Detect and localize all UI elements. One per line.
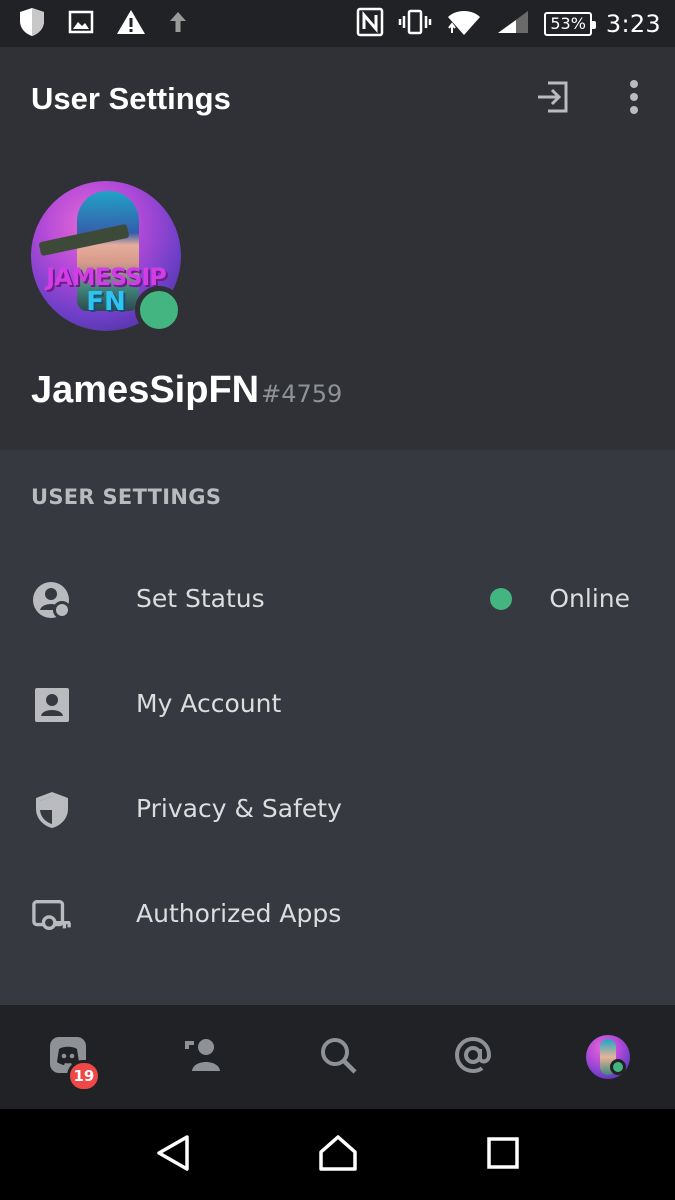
more-vertical-icon <box>628 79 640 119</box>
bottom-tab-bar: 19 <box>0 1005 675 1109</box>
battery-indicator: 53% <box>544 11 596 36</box>
section-label: USER SETTINGS <box>31 485 222 509</box>
settings-item-set-status[interactable]: Set Status Online <box>0 546 675 651</box>
warning-icon <box>116 8 146 40</box>
image-icon <box>68 10 94 38</box>
online-dot <box>490 587 512 610</box>
home-icon <box>318 1134 358 1176</box>
recents-square-icon <box>486 1136 520 1174</box>
screen: 53% 3:23 User Settings JAMESSIP FN James… <box>0 0 675 1200</box>
status-icon <box>32 580 72 620</box>
nfc-icon <box>356 7 384 41</box>
vibrate-icon <box>398 9 432 39</box>
friends-tab[interactable] <box>173 1027 233 1087</box>
back-button[interactable] <box>143 1125 203 1185</box>
username-row: JamesSipFN #4759 <box>31 369 342 412</box>
more-options-button[interactable] <box>612 77 656 121</box>
profile-header: User Settings JAMESSIP FN JamesSipFN #47… <box>0 47 675 450</box>
account-icon <box>32 685 72 725</box>
android-nav-bar <box>0 1109 675 1200</box>
recents-button[interactable] <box>473 1125 533 1185</box>
settings-item-label: My Account <box>136 689 282 718</box>
discriminator: #4759 <box>261 380 343 408</box>
settings-item-my-account[interactable]: My Account <box>0 651 675 756</box>
page-title: User Settings <box>31 81 231 116</box>
unread-badge: 19 <box>66 1060 102 1092</box>
settings-item-label: Authorized Apps <box>136 899 342 928</box>
authorized-apps-icon <box>32 895 72 935</box>
username: JamesSipFN <box>31 369 260 411</box>
home-button[interactable] <box>308 1125 368 1185</box>
back-triangle-icon <box>155 1134 191 1176</box>
settings-item-privacy-safety[interactable]: Privacy & Safety <box>0 756 675 861</box>
online-status-dot <box>135 286 183 334</box>
search-tab[interactable] <box>308 1027 368 1087</box>
friends-icon <box>182 1037 224 1077</box>
upload-arrow-icon <box>168 10 188 38</box>
shield-icon <box>32 790 72 830</box>
signal-icon <box>496 9 530 39</box>
profile-avatar[interactable]: JAMESSIP FN <box>31 181 183 334</box>
status-bar: 53% 3:23 <box>0 0 675 47</box>
online-status-dot <box>609 1059 626 1075</box>
settings-item-label: Privacy & Safety <box>136 794 342 823</box>
search-icon <box>318 1035 358 1079</box>
shield-icon <box>18 7 46 41</box>
mentions-tab[interactable] <box>443 1027 503 1087</box>
settings-item-label: Set Status <box>136 584 265 613</box>
logout-icon <box>534 77 574 121</box>
home-tab[interactable]: 19 <box>38 1027 102 1092</box>
settings-list: Set Status Online My Account Privacy & S… <box>0 546 675 966</box>
battery-percent: 53% <box>550 13 586 33</box>
logout-button[interactable] <box>532 77 576 121</box>
at-mention-icon <box>453 1035 493 1079</box>
clock: 3:23 <box>605 9 661 38</box>
settings-item-authorized-apps[interactable]: Authorized Apps <box>0 861 675 966</box>
wifi-icon <box>446 7 482 41</box>
status-value: Online <box>549 584 630 613</box>
profile-tab[interactable] <box>578 1027 638 1087</box>
